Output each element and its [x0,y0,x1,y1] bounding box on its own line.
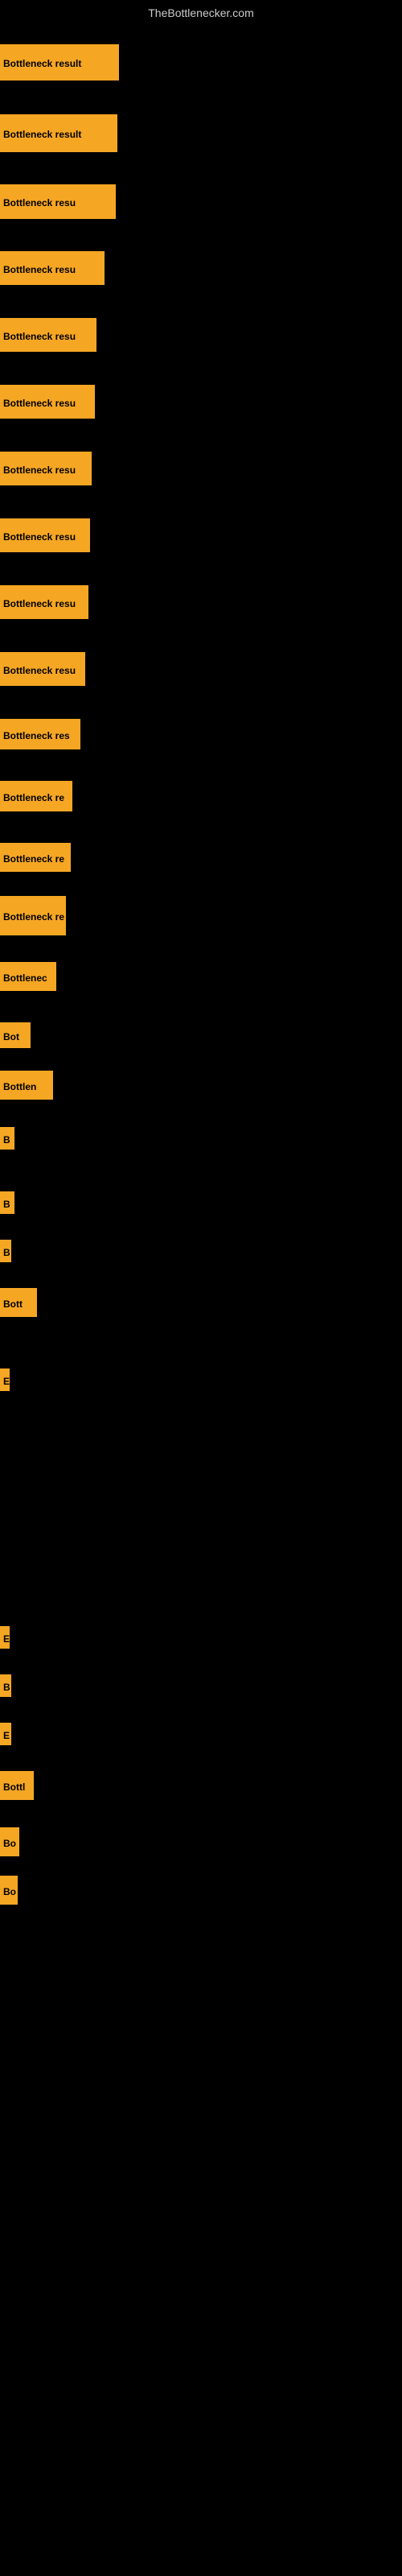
bottleneck-item-11[interactable]: Bottleneck re [0,781,72,811]
bottleneck-item-20[interactable]: Bott [0,1288,37,1317]
bottleneck-item-26[interactable]: Bo [0,1827,19,1856]
bottleneck-item-17[interactable]: B [0,1127,14,1150]
bottleneck-item-1[interactable]: Bottleneck result [0,114,117,152]
bottleneck-item-27[interactable]: Bo [0,1876,18,1905]
site-title: TheBottlenecker.com [0,3,402,23]
bottleneck-item-23[interactable]: B [0,1674,11,1697]
bottleneck-item-7[interactable]: Bottleneck resu [0,518,90,552]
bottleneck-item-5[interactable]: Bottleneck resu [0,385,95,419]
bottleneck-item-4[interactable]: Bottleneck resu [0,318,96,352]
bottleneck-item-18[interactable]: B [0,1191,14,1214]
bottleneck-item-19[interactable]: B [0,1240,11,1262]
bottleneck-item-13[interactable]: Bottleneck re [0,896,66,935]
bottleneck-item-10[interactable]: Bottleneck res [0,719,80,749]
bottleneck-item-14[interactable]: Bottlenec [0,962,56,991]
bottleneck-item-9[interactable]: Bottleneck resu [0,652,85,686]
bottleneck-item-12[interactable]: Bottleneck re [0,843,71,872]
bottleneck-item-6[interactable]: Bottleneck resu [0,452,92,485]
bottleneck-item-22[interactable]: E [0,1626,10,1649]
bottleneck-item-21[interactable]: E [0,1368,10,1391]
bottleneck-item-15[interactable]: Bot [0,1022,31,1048]
bottleneck-item-2[interactable]: Bottleneck resu [0,184,116,219]
bottleneck-item-8[interactable]: Bottleneck resu [0,585,88,619]
bottleneck-item-16[interactable]: Bottlen [0,1071,53,1100]
bottleneck-item-24[interactable]: E [0,1723,11,1745]
bottleneck-item-3[interactable]: Bottleneck resu [0,251,105,285]
bottleneck-item-25[interactable]: Bottl [0,1771,34,1800]
bottleneck-item-0[interactable]: Bottleneck result [0,44,119,80]
